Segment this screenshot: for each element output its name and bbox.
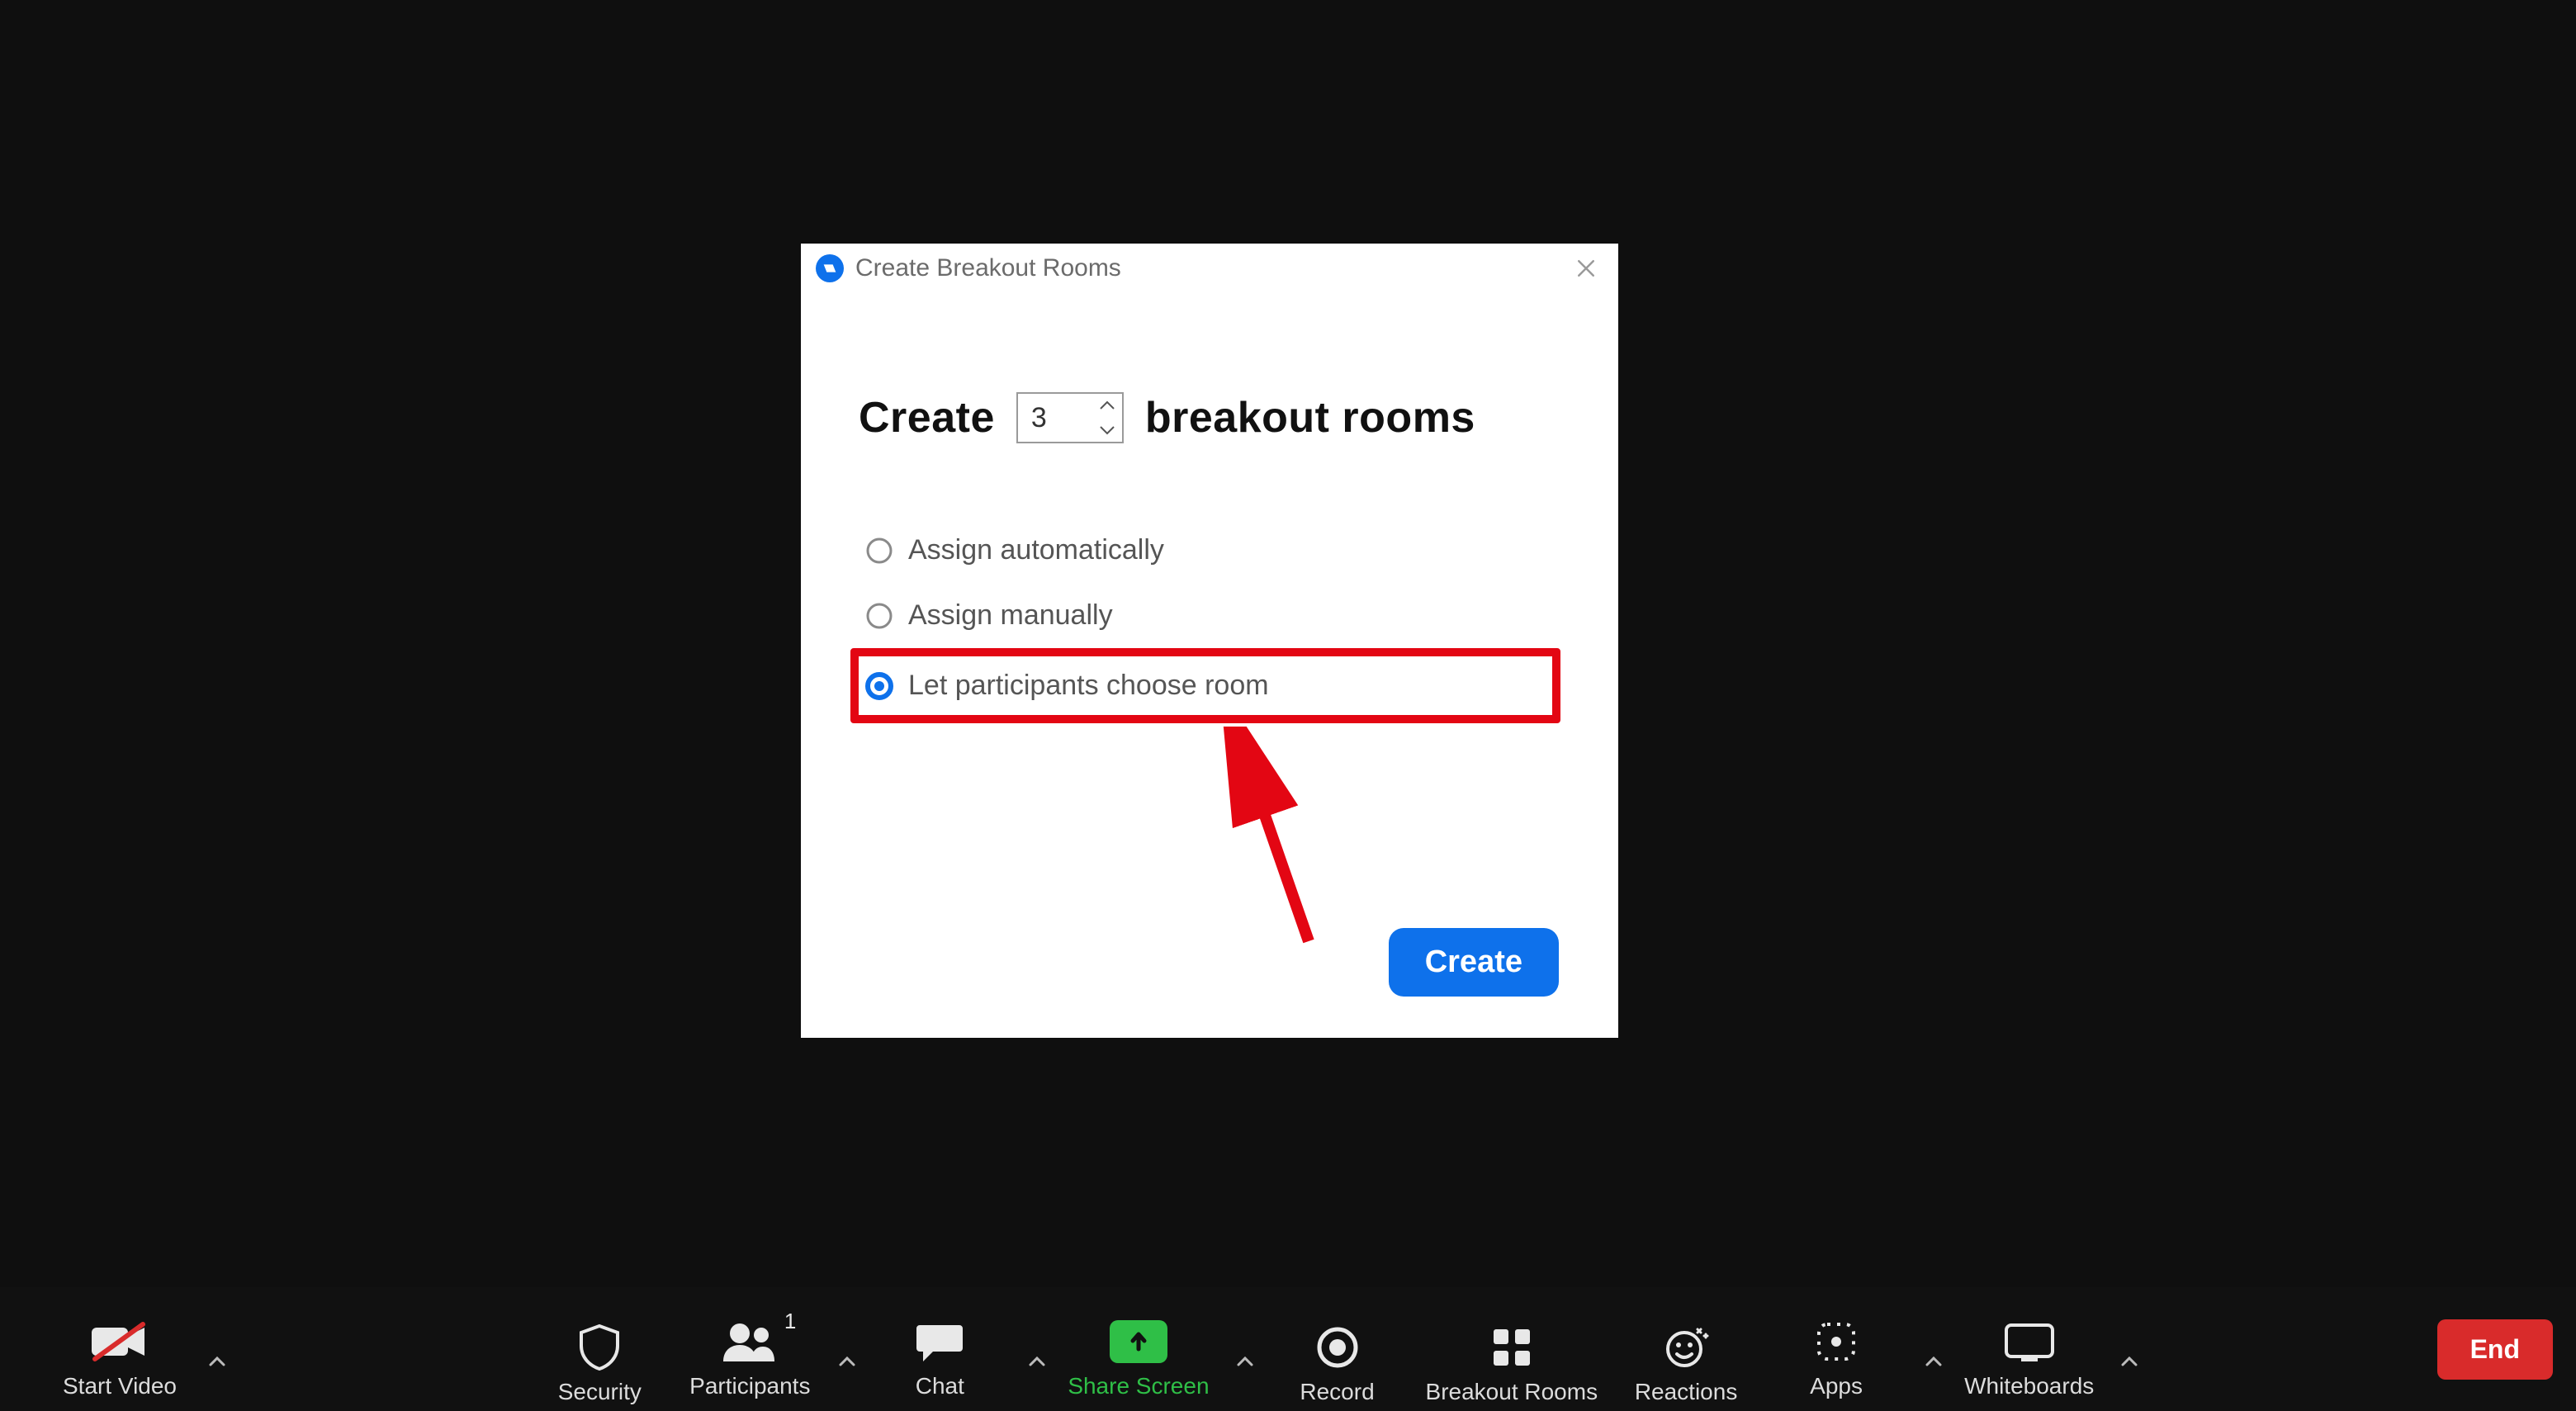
start-video-more[interactable] bbox=[200, 1312, 234, 1411]
close-button[interactable] bbox=[1569, 251, 1603, 286]
end-meeting-button[interactable]: End bbox=[2437, 1319, 2553, 1380]
option-label: Assign automatically bbox=[908, 534, 1164, 566]
reactions-icon bbox=[1663, 1324, 1709, 1371]
participants-icon: 1 bbox=[720, 1319, 779, 1365]
radio-icon bbox=[865, 537, 893, 565]
toolbar-label: Reactions bbox=[1635, 1379, 1738, 1405]
toolbar-label: Chat bbox=[916, 1373, 964, 1399]
room-count-step-down[interactable] bbox=[1099, 422, 1117, 438]
start-video-button[interactable]: Start Video bbox=[45, 1276, 195, 1411]
option-assign-automatically[interactable]: Assign automatically bbox=[859, 518, 1560, 583]
whiteboards-more[interactable] bbox=[2112, 1312, 2147, 1411]
create-breakout-rooms-dialog: Create Breakout Rooms Create bbox=[801, 244, 1618, 1038]
create-prefix-label: Create bbox=[859, 393, 995, 443]
annotation-highlight-box: Let participants choose room bbox=[850, 648, 1560, 723]
dialog-titlebar: Create Breakout Rooms bbox=[801, 244, 1618, 293]
toolbar-label: Share Screen bbox=[1068, 1373, 1209, 1399]
option-participants-choose[interactable]: Let participants choose room bbox=[865, 666, 1546, 705]
participants-count-badge: 1 bbox=[784, 1309, 796, 1334]
record-icon bbox=[1316, 1324, 1359, 1371]
chevron-up-icon bbox=[1099, 400, 1115, 411]
room-count-spinner[interactable] bbox=[1016, 392, 1124, 443]
apps-button[interactable]: Apps bbox=[1761, 1276, 1911, 1411]
option-label: Let participants choose room bbox=[908, 670, 1269, 702]
chevron-up-icon bbox=[207, 1352, 227, 1371]
create-suffix-label: breakout rooms bbox=[1145, 393, 1475, 443]
assignment-options: Assign automatically Assign manually bbox=[859, 518, 1560, 723]
toolbar-label: Security bbox=[558, 1379, 642, 1405]
dialog-title: Create Breakout Rooms bbox=[855, 254, 1121, 282]
chevron-up-icon bbox=[1235, 1352, 1255, 1371]
dialog-body: Create breakout rooms bbox=[801, 293, 1618, 723]
radio-selected-icon bbox=[865, 672, 893, 700]
video-off-icon bbox=[90, 1319, 149, 1365]
toolbar-label: Whiteboards bbox=[1964, 1373, 2094, 1399]
whiteboard-icon bbox=[2003, 1319, 2056, 1365]
chat-icon bbox=[915, 1319, 964, 1365]
close-icon bbox=[1574, 256, 1598, 281]
security-button[interactable]: Security bbox=[524, 1281, 675, 1411]
option-label: Assign manually bbox=[908, 599, 1113, 632]
toolbar-label: Apps bbox=[1810, 1373, 1863, 1399]
breakout-rooms-icon bbox=[1490, 1324, 1533, 1371]
create-button[interactable]: Create bbox=[1389, 928, 1559, 997]
whiteboards-button[interactable]: Whiteboards bbox=[1951, 1276, 2107, 1411]
room-count-row: Create breakout rooms bbox=[859, 392, 1560, 443]
toolbar-label: Breakout Rooms bbox=[1426, 1379, 1598, 1405]
chat-button[interactable]: Chat bbox=[864, 1276, 1015, 1411]
chevron-up-icon bbox=[1924, 1352, 1944, 1371]
dialog-footer: Create bbox=[1389, 928, 1559, 997]
share-screen-icon bbox=[1110, 1319, 1167, 1365]
option-assign-manually[interactable]: Assign manually bbox=[859, 583, 1560, 648]
chevron-up-icon bbox=[2119, 1352, 2139, 1371]
breakout-rooms-button[interactable]: Breakout Rooms bbox=[1413, 1281, 1612, 1411]
chevron-up-icon bbox=[837, 1352, 857, 1371]
radio-icon bbox=[865, 602, 893, 630]
room-count-step-up[interactable] bbox=[1099, 397, 1117, 414]
toolbar-label: Participants bbox=[689, 1373, 810, 1399]
apps-icon bbox=[1814, 1319, 1859, 1365]
meeting-toolbar: Start Video Security 1 bbox=[0, 1287, 2576, 1411]
zoom-logo-icon bbox=[816, 254, 844, 282]
chevron-up-icon bbox=[1027, 1352, 1047, 1371]
toolbar-label: Start Video bbox=[63, 1373, 177, 1399]
participants-button[interactable]: 1 Participants bbox=[675, 1276, 825, 1411]
chevron-down-icon bbox=[1099, 424, 1115, 436]
reactions-button[interactable]: Reactions bbox=[1611, 1281, 1761, 1411]
share-screen-more[interactable] bbox=[1228, 1312, 1262, 1411]
record-button[interactable]: Record bbox=[1262, 1281, 1413, 1411]
shield-icon bbox=[578, 1324, 621, 1371]
participants-more[interactable] bbox=[830, 1312, 864, 1411]
chat-more[interactable] bbox=[1020, 1312, 1054, 1411]
apps-more[interactable] bbox=[1916, 1312, 1951, 1411]
room-count-input[interactable] bbox=[1018, 394, 1097, 442]
share-screen-button[interactable]: Share Screen bbox=[1054, 1276, 1222, 1411]
toolbar-label: Record bbox=[1300, 1379, 1374, 1405]
